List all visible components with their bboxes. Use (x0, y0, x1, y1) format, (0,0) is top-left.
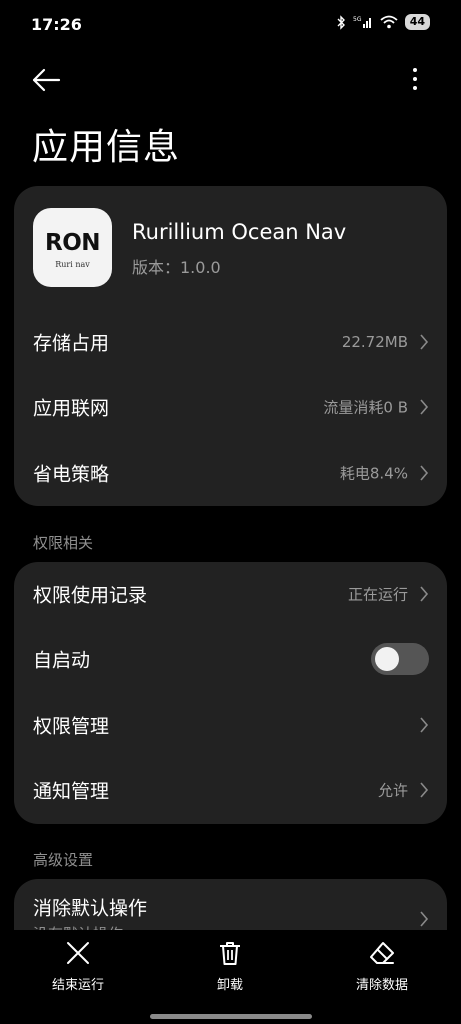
permission-management-row[interactable]: 权限管理 (14, 693, 447, 757)
app-version: 版本：1.0.0 (132, 258, 221, 277)
notification-management-row[interactable]: 通知管理 允许 (14, 758, 447, 822)
chevron-right-icon (420, 782, 429, 798)
chevron-right-icon (420, 399, 429, 415)
permission-history-row[interactable]: 权限使用记录 正在运行 (14, 562, 447, 626)
permissions-card: 权限使用记录 正在运行 自启动 权限管理 通知管理 允许 (14, 562, 447, 824)
app-icon-subtext: Ruri nav (55, 260, 90, 269)
chevron-right-icon (420, 465, 429, 481)
battery-policy-row[interactable]: 省电策略 耗电8.4% (14, 441, 447, 505)
trash-icon (220, 942, 240, 965)
close-icon (67, 942, 89, 964)
status-time: 17:26 (31, 15, 82, 34)
app-info-card: RON Ruri nav Rurillium Ocean Nav 版本：1.0.… (14, 186, 447, 506)
eraser-icon (370, 942, 394, 964)
home-indicator[interactable] (150, 1014, 312, 1019)
autostart-row: 自启动 (14, 627, 447, 691)
arrow-left-icon (32, 68, 61, 92)
toggle-knob (375, 647, 399, 671)
more-options-button[interactable] (405, 66, 425, 94)
app-icon: RON Ruri nav (33, 208, 112, 287)
row-label: 自启动 (33, 649, 91, 672)
bluetooth-icon (337, 14, 345, 30)
row-label: 省电策略 (33, 463, 110, 486)
row-value: 22.72MB (341, 333, 408, 351)
autostart-toggle[interactable] (371, 643, 429, 675)
row-label: 权限使用记录 (33, 584, 148, 607)
back-button[interactable] (30, 64, 64, 96)
battery-indicator: 44 (404, 14, 430, 30)
row-value: 允许 (377, 781, 408, 800)
clear-data-label: 清除数据 (355, 978, 408, 993)
force-stop-label: 结束运行 (51, 978, 104, 993)
status-bar: 17:26 5G 44 (0, 0, 461, 50)
uninstall-button[interactable]: 卸载 (170, 940, 290, 996)
more-vertical-icon (413, 68, 417, 90)
row-label: 应用联网 (33, 397, 110, 420)
chevron-right-icon (420, 717, 429, 733)
row-label: 存储占用 (33, 332, 110, 355)
chevron-right-icon (420, 911, 429, 927)
page-title: 应用信息 (32, 127, 181, 168)
wifi-icon (380, 15, 398, 29)
row-value: 正在运行 (347, 585, 408, 604)
chevron-right-icon (420, 334, 429, 350)
app-bar (0, 58, 461, 102)
advanced-section-header: 高级设置 (33, 851, 94, 869)
clear-data-button[interactable]: 清除数据 (322, 940, 442, 996)
app-icon-text: RON (44, 230, 101, 256)
uninstall-label: 卸载 (216, 978, 243, 993)
signal-icon: 5G (353, 16, 371, 28)
chevron-right-icon (420, 586, 429, 602)
svg-text:5G: 5G (353, 16, 362, 23)
row-label: 通知管理 (33, 780, 110, 803)
permissions-section-header: 权限相关 (33, 534, 94, 552)
network-row[interactable]: 应用联网 流量消耗0 B (14, 375, 447, 439)
status-icons: 5G 44 (336, 14, 430, 30)
storage-row[interactable]: 存储占用 22.72MB (14, 310, 447, 374)
app-name: Rurillium Ocean Nav (132, 220, 347, 244)
row-label: 消除默认操作 (33, 897, 148, 920)
row-value: 耗电8.4% (339, 464, 408, 483)
row-value: 流量消耗0 B (323, 398, 408, 417)
row-label: 权限管理 (33, 715, 110, 738)
force-stop-button[interactable]: 结束运行 (18, 940, 138, 996)
